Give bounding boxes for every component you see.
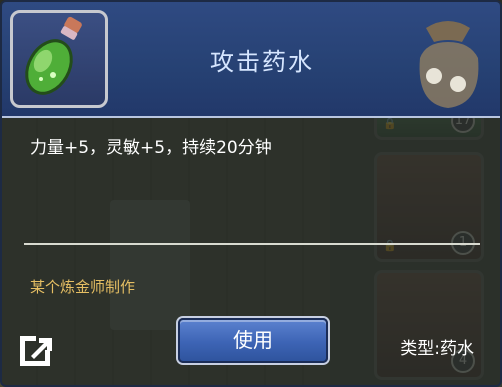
item-maker: 某个炼金师制作 <box>30 278 136 296</box>
item-icon-frame <box>10 10 108 108</box>
use-button[interactable]: 使用 <box>178 318 328 363</box>
item-description: 力量+5，灵敏+5，持续20分钟 <box>30 138 272 158</box>
divider <box>24 243 480 245</box>
coin-pouch-icon <box>419 21 479 108</box>
share-edit-button[interactable] <box>14 328 56 370</box>
share-edit-icon <box>20 336 52 366</box>
item-title: 攻击药水 <box>210 48 314 76</box>
tooltip-header: 攻击药水 <box>2 2 500 118</box>
item-tooltip-panel: 攻击药水 力量+5，灵敏+5，持续20分钟 某个炼金师制作 使用 类型:药水 <box>0 0 502 387</box>
green-potion-icon <box>25 16 82 95</box>
item-type: 类型:药水 <box>400 339 474 359</box>
